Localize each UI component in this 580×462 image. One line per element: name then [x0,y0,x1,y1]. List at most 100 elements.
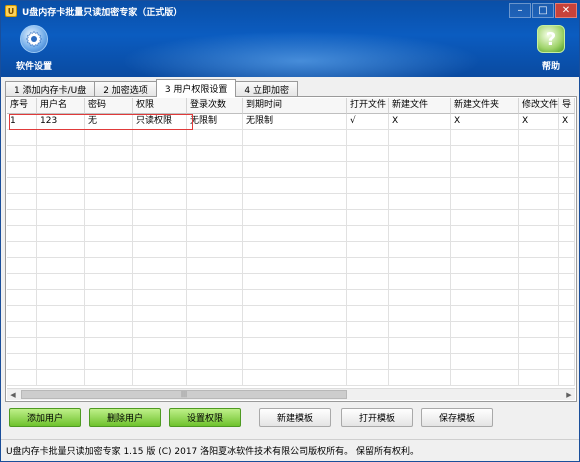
table-cell[interactable]: 无 [85,114,133,130]
table-cell [451,338,519,354]
table-cell [559,162,575,178]
table-cell [187,306,243,322]
column-header[interactable]: 序号 [7,98,37,114]
column-header[interactable]: 权限 [133,98,187,114]
table-grid[interactable]: 序号 用户名 密码 权限 登录次数 到期时间 打开文件 新建文件 新建文件夹 修改文件导 1 123 无… [7,98,575,388]
table-cell [133,274,187,290]
table-cell [389,242,451,258]
table-cell[interactable]: 无限制 [243,114,347,130]
table-cell [37,354,85,370]
table-cell [7,130,37,146]
table-cell [7,210,37,226]
table-cell [133,210,187,226]
table-cell [559,146,575,162]
tab-user-permissions[interactable]: 3 用户权限设置 [155,79,237,97]
table-cell [133,290,187,306]
tab-encrypt-options[interactable]: 2 加密选项 [94,81,157,97]
column-header[interactable]: 打开文件 [347,98,389,114]
open-template-button[interactable]: 打开模板 [341,408,413,427]
minimize-button[interactable]: – [509,3,531,18]
empty-table-row [7,290,575,306]
table-cell [519,162,559,178]
column-header[interactable]: 新建文件夹 [451,98,519,114]
column-header[interactable]: 导 [559,98,575,114]
table-cell [559,130,575,146]
column-header[interactable]: 登录次数 [187,98,243,114]
table-cell [347,354,389,370]
table-cell [7,146,37,162]
close-button[interactable]: ✕ [555,3,577,18]
table-cell [389,226,451,242]
table-cell [559,226,575,242]
table-cell [7,370,37,386]
save-template-button[interactable]: 保存模板 [421,408,493,427]
title-bar[interactable]: U U盘内存卡批量只读加密专家（正式版） [1,1,579,21]
table-cell [7,194,37,210]
table-cell[interactable]: 只读权限 [133,114,187,130]
table-cell [243,130,347,146]
table-cell [243,370,347,386]
banner-glow [121,31,481,77]
column-header[interactable]: 修改文件 [519,98,559,114]
table-cell [451,178,519,194]
table-cell [559,242,575,258]
table-cell [187,194,243,210]
table-cell [85,162,133,178]
table-cell [37,178,85,194]
table-cell[interactable]: √ [347,114,389,130]
table-cell[interactable]: X [389,114,451,130]
table-cell [7,162,37,178]
table-cell[interactable]: 123 [37,114,85,130]
table-cell[interactable]: X [451,114,519,130]
delete-user-button[interactable]: 删除用户 [89,408,161,427]
settings-button[interactable]: 软件设置 [16,25,52,72]
table-cell [243,354,347,370]
table-cell [559,178,575,194]
table-cell [85,338,133,354]
column-header[interactable]: 到期时间 [243,98,347,114]
table-cell [243,194,347,210]
scroll-left-icon[interactable]: ◀ [7,389,19,400]
table-cell [451,354,519,370]
table-cell [133,194,187,210]
table-cell[interactable]: 无限制 [187,114,243,130]
table-cell[interactable]: 1 [7,114,37,130]
table-cell [347,290,389,306]
column-header[interactable]: 密码 [85,98,133,114]
column-header[interactable]: 用户名 [37,98,85,114]
tab-add-card[interactable]: 1 添加内存卡/U盘 [5,81,96,97]
table-cell [519,194,559,210]
table-cell [347,274,389,290]
new-template-button[interactable]: 新建模板 [259,408,331,427]
table-cell [7,306,37,322]
scrollbar-thumb[interactable]: ||| [21,390,347,399]
scroll-right-icon[interactable]: ▶ [563,389,575,400]
table-cell [389,194,451,210]
empty-table-row [7,210,575,226]
table-cell [519,274,559,290]
tab-encrypt-now[interactable]: 4 立即加密 [235,81,298,97]
set-permission-button[interactable]: 设置权限 [169,408,241,427]
empty-table-row [7,194,575,210]
table-cell [243,338,347,354]
table-cell [85,290,133,306]
table-cell [347,322,389,338]
help-label: 帮助 [541,62,560,72]
table-row[interactable]: 1 123 无只读权限 无限制 无限制 √ X X X X [7,114,575,130]
table-cell[interactable]: X [559,114,575,130]
table-cell[interactable]: X [519,114,559,130]
horizontal-scrollbar[interactable]: ◀ ||| ▶ [7,388,575,400]
maximize-button[interactable]: □ [532,3,554,18]
table-cell [37,322,85,338]
window-controls: – □ ✕ [509,3,577,18]
add-user-button[interactable]: 添加用户 [9,408,81,427]
table-cell [133,226,187,242]
column-header[interactable]: 新建文件 [389,98,451,114]
table-cell [389,258,451,274]
table-cell [389,306,451,322]
table-cell [519,242,559,258]
empty-table-row [7,226,575,242]
help-button[interactable]: ? 帮助 [537,25,565,72]
table-cell [85,226,133,242]
table-cell [187,354,243,370]
